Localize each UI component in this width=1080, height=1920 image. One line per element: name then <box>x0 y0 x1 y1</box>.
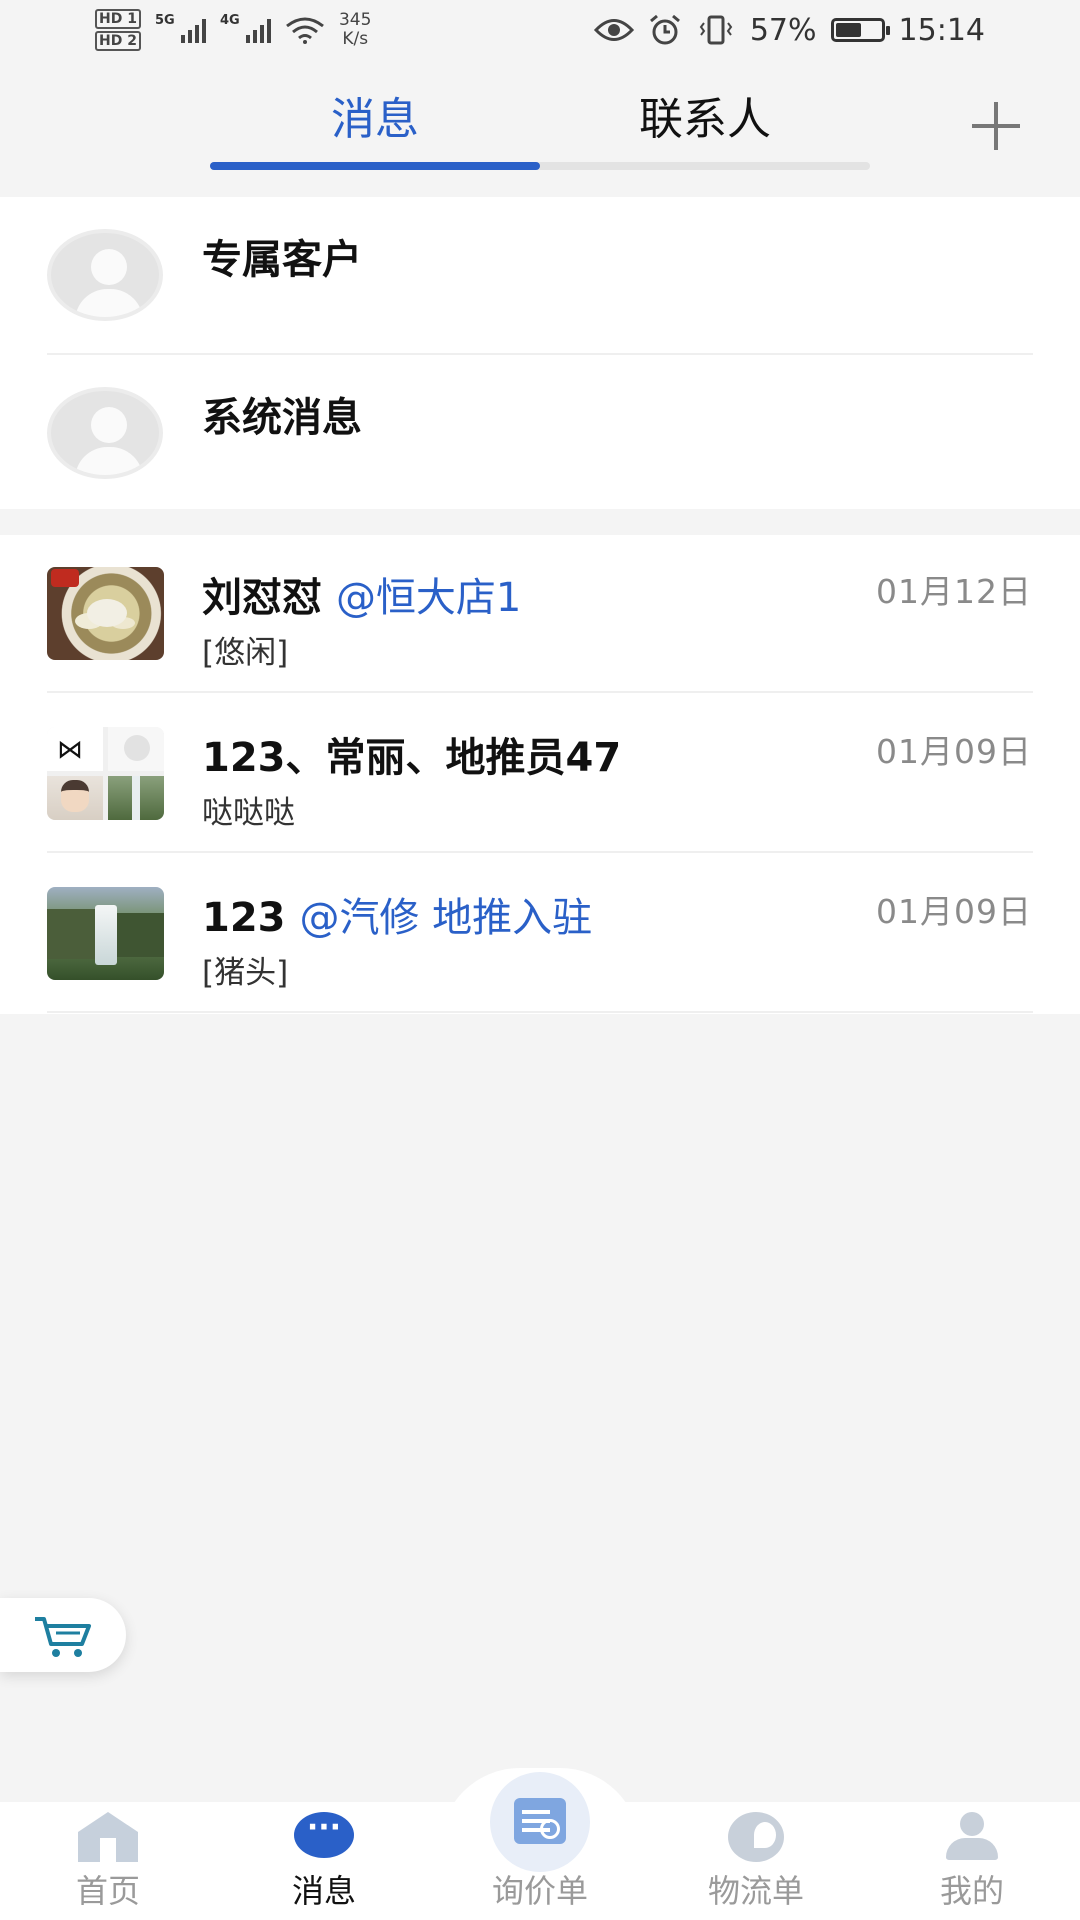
sim1-label: HD 1 <box>95 9 141 29</box>
tab-messages[interactable]: 消息 <box>210 90 540 150</box>
wifi-icon <box>286 17 324 44</box>
network-speed: 345 K/s <box>338 10 372 49</box>
tab-contacts[interactable]: 联系人 <box>540 90 870 150</box>
divider <box>47 851 1033 853</box>
status-left: HD 1 HD 2 5G 4G 345 K/s <box>95 9 371 51</box>
cart-button[interactable] <box>0 1598 126 1672</box>
signal-4g-icon: 4G <box>220 13 271 43</box>
status-right: 57% 15:14 <box>593 12 985 48</box>
conversation-date: 01月12日 <box>876 572 1032 611</box>
signal-5g-icon: 5G <box>155 13 206 43</box>
top-tab-bar: 消息 联系人 <box>0 60 1080 175</box>
list-item-title: 系统消息 <box>202 395 362 441</box>
battery-percent: 57% <box>749 12 817 48</box>
default-avatar-icon <box>47 387 163 479</box>
conversation-date: 01月09日 <box>876 892 1032 931</box>
cart-icon <box>35 1617 91 1657</box>
food-photo-icon <box>47 567 164 660</box>
conversation-title: 刘怼怼 @恒大店1 <box>202 575 522 621</box>
conversation-title: 123 @汽修 地推入驻 <box>202 895 593 941</box>
clock: 15:14 <box>898 12 985 48</box>
conversation-list: 刘怼怼 @恒大店1 [悠闲] 01月12日 ⋈ 123、常丽、地推员47 哒哒哒… <box>0 535 1080 1014</box>
waterfall-photo-icon <box>47 887 164 980</box>
add-plus-icon[interactable] <box>968 98 1024 154</box>
default-avatar-icon <box>47 229 163 321</box>
nav-label: 消息 <box>291 1872 356 1910</box>
conversation-date: 01月09日 <box>876 732 1032 771</box>
eye-icon <box>593 19 634 41</box>
nav-label: 物流单 <box>707 1872 804 1910</box>
conversation-preview: [悠闲] <box>202 635 289 671</box>
nav-messages[interactable]: 消息 <box>216 1802 432 1920</box>
pinned-section: 专属客户 系统消息 <box>0 197 1080 509</box>
quote-search-icon <box>490 1772 590 1872</box>
divider <box>47 1011 1033 1013</box>
nav-label: 首页 <box>75 1872 140 1910</box>
conversation-title: 123、常丽、地推员47 <box>202 735 622 781</box>
chat-bubble-icon <box>294 1810 354 1858</box>
user-icon <box>944 1812 1000 1862</box>
alarm-icon <box>649 14 680 45</box>
vibrate-icon <box>699 15 733 45</box>
group-avatar-icon: ⋈ <box>47 727 164 820</box>
list-item-system-messages[interactable]: 系统消息 <box>0 355 1080 513</box>
nav-inquiry[interactable]: 询价单 <box>432 1772 648 1920</box>
conversation-row[interactable]: 123 @汽修 地推入驻 [猪头] 01月09日 <box>0 855 1080 1013</box>
logistics-icon <box>728 1812 784 1862</box>
mention-tag: @恒大店1 <box>335 575 522 621</box>
nav-label: 询价单 <box>491 1872 588 1910</box>
nav-profile[interactable]: 我的 <box>864 1802 1080 1920</box>
status-bar: HD 1 HD 2 5G 4G 345 K/s 57% 15:14 <box>0 0 1080 60</box>
hd-indicator: HD 1 HD 2 <box>95 9 141 51</box>
battery-icon <box>830 18 890 42</box>
home-icon <box>78 1812 138 1862</box>
conversation-row[interactable]: ⋈ 123、常丽、地推员47 哒哒哒 01月09日 <box>0 695 1080 853</box>
list-item-title: 专属客户 <box>202 237 362 283</box>
conversation-preview: [猪头] <box>202 955 289 991</box>
divider <box>47 691 1033 693</box>
list-item-exclusive-customer[interactable]: 专属客户 <box>0 197 1080 355</box>
tab-active-indicator <box>210 162 540 170</box>
nav-home[interactable]: 首页 <box>0 1802 216 1920</box>
nav-label: 我的 <box>939 1872 1004 1910</box>
nav-logistics[interactable]: 物流单 <box>648 1802 864 1920</box>
mention-tag: @汽修 地推入驻 <box>299 895 593 941</box>
sim2-label: HD 2 <box>95 31 141 51</box>
conversation-row[interactable]: 刘怼怼 @恒大店1 [悠闲] 01月12日 <box>0 535 1080 693</box>
conversation-preview: 哒哒哒 <box>202 795 295 831</box>
bottom-nav: 首页 消息 询价单 物流单 我的 <box>0 1772 1080 1920</box>
